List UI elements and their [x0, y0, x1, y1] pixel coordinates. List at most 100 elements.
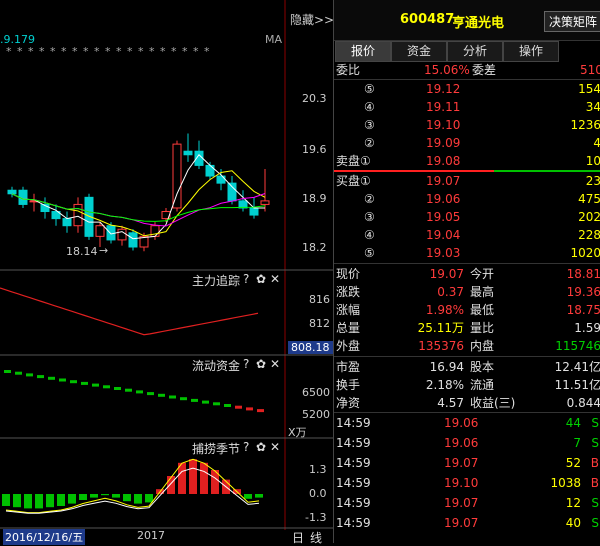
stat-row: 外盘 135376 内盘 115746 [334, 337, 600, 355]
tab-operate[interactable]: 操作 [503, 41, 559, 62]
ind1-tick-2: 812 [309, 317, 330, 330]
trade-time: 14:59 [336, 496, 371, 510]
ma-label: MA [265, 33, 283, 46]
quote-panel: 600487 亨通光电 决策矩阵 报价 资金 分析 操作 委比 15.06% 委… [333, 0, 600, 543]
stat-value: 115746 [555, 339, 600, 353]
stat-label: 最高 [470, 285, 495, 299]
liquidity-bar [26, 373, 33, 377]
help-icon[interactable]: ? [243, 440, 249, 454]
stat-row: 总量 25.11万 量比 1.59 [334, 319, 600, 337]
tab-analysis[interactable]: 分析 [447, 41, 503, 62]
hide-button[interactable]: 隐藏>> [290, 11, 334, 28]
liquidity-bar [4, 370, 11, 373]
histogram-bar [2, 494, 10, 506]
sell-level-label: ② [364, 136, 375, 150]
gear-icon[interactable]: ✿ [256, 272, 266, 286]
decision-matrix-button[interactable]: 决策矩阵 [544, 11, 600, 32]
trade-side: S [591, 436, 599, 450]
stock-code: 600487 [400, 12, 455, 27]
buy-volume: 475 [578, 192, 600, 206]
trade-time: 14:59 [336, 476, 371, 490]
liquidity-bar [158, 393, 165, 397]
close-icon[interactable]: ✕ [270, 440, 280, 454]
gear-icon[interactable]: ✿ [256, 440, 266, 454]
buy-level-label: ⑤ [364, 246, 375, 260]
histogram-bar [112, 494, 120, 498]
trade-price: 19.07 [444, 456, 479, 470]
chart-panel[interactable]: .9.179 * * * * * * * * * * * * * * * * *… [0, 0, 334, 546]
price-tick-3: 18.9 [302, 192, 327, 205]
candle-body [128, 232, 138, 248]
tab-quote[interactable]: 报价 [335, 41, 391, 62]
fund-row: 净资 4.57 收益(三) 0.844 [334, 394, 600, 412]
fund-value: 2.18% [425, 378, 464, 392]
candle-body [117, 228, 127, 241]
period-line[interactable]: 线 [310, 529, 322, 546]
trade-price: 19.07 [444, 516, 479, 530]
trade-row: 14:59 19.10 1038 B [334, 474, 600, 492]
buy-price: 19.03 [426, 246, 461, 260]
trade-price: 19.06 [444, 416, 479, 430]
divider [334, 412, 600, 413]
candle-body [73, 203, 83, 227]
liquidity-bar [147, 392, 154, 396]
trade-row: 14:59 19.06 7 S [334, 434, 600, 452]
trade-time: 14:59 [336, 436, 371, 450]
trade-side: S [591, 516, 599, 530]
divider [334, 356, 600, 357]
ind3-tick-2: 0.0 [309, 487, 327, 500]
trade-volume: 12 [565, 496, 581, 510]
candle-body [205, 164, 215, 177]
close-icon[interactable]: ✕ [270, 272, 280, 286]
histogram-bar [101, 494, 109, 496]
candle-body [227, 182, 237, 202]
trade-side: S [591, 416, 599, 430]
ind2-unit: X万 [288, 426, 307, 439]
histogram-bar [123, 494, 131, 502]
fund-label: 流通 [470, 378, 495, 392]
fund-label: 股本 [470, 360, 495, 374]
candle-body [183, 150, 193, 156]
candle-body [106, 225, 116, 241]
buy-price: 19.07 [426, 174, 461, 188]
sell-price: 19.12 [426, 82, 461, 96]
liquidity-bar [48, 376, 55, 380]
candle-body [95, 225, 105, 237]
stat-label: 现价 [336, 267, 361, 281]
histogram-bar [134, 494, 142, 504]
liquidity-bar [180, 397, 187, 401]
help-icon[interactable]: ? [243, 357, 249, 371]
ind1-value: 808.18 [288, 341, 333, 354]
sell-row: ③ 19.10 1236 [334, 116, 600, 134]
candle-body [216, 175, 226, 184]
help-icon[interactable]: ? [243, 272, 249, 286]
stat-value: 1.98% [425, 303, 464, 317]
histogram-bar [68, 494, 76, 504]
weibi-value: 15.06% [424, 63, 470, 77]
liquidity-bar [257, 409, 264, 413]
histogram-bar [189, 459, 197, 494]
trade-volume: 7 [573, 436, 581, 450]
sell-level-label: 卖盘① [336, 154, 371, 168]
price-tick-4: 18.2 [302, 241, 327, 254]
gear-icon[interactable]: ✿ [256, 357, 266, 371]
sell-row: ② 19.09 4 [334, 134, 600, 152]
tab-funds[interactable]: 资金 [391, 41, 447, 62]
fund-value: 11.51亿 [554, 378, 600, 392]
buy-row: ③ 19.05 202 [334, 208, 600, 226]
buy-volume: 228 [578, 228, 600, 242]
period-day[interactable]: 日 [292, 529, 304, 546]
liquidity-bar [81, 381, 88, 385]
stat-value: 19.36 [566, 285, 600, 299]
kline-chart[interactable] [0, 0, 333, 543]
liquidity-bar [169, 395, 176, 399]
stat-label: 量比 [470, 321, 495, 335]
histogram-bar [57, 494, 65, 506]
sell-row: 卖盘① 19.08 10 [334, 152, 600, 170]
histogram-bar [90, 494, 98, 498]
close-icon[interactable]: ✕ [270, 357, 280, 371]
stat-row: 涨跌 0.37 最高 19.36 [334, 283, 600, 301]
sell-volume: 1236 [570, 118, 600, 132]
ind2-tick-1: 6500 [302, 386, 330, 399]
stat-label: 最低 [470, 303, 495, 317]
